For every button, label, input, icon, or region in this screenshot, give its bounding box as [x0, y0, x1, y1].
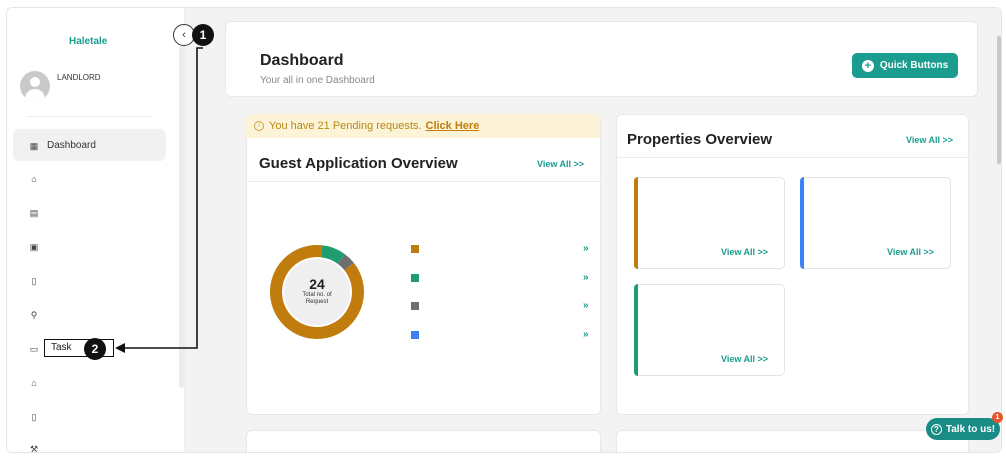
- annotation-badge-1: 1: [192, 24, 214, 46]
- annotation-badge-2: 2: [84, 338, 106, 360]
- app-frame: Haletale LANDLORD ▦ Dashboard ⌂ ▤ ▣ ▯ ⚲ …: [6, 7, 1002, 453]
- notification-badge: 1: [992, 412, 1003, 423]
- talk-to-us-label: Talk to us!: [945, 423, 996, 435]
- annotation-connector: [115, 47, 203, 353]
- talk-to-us-button[interactable]: ? Talk to us!: [926, 418, 1000, 440]
- help-icon: ?: [930, 423, 942, 435]
